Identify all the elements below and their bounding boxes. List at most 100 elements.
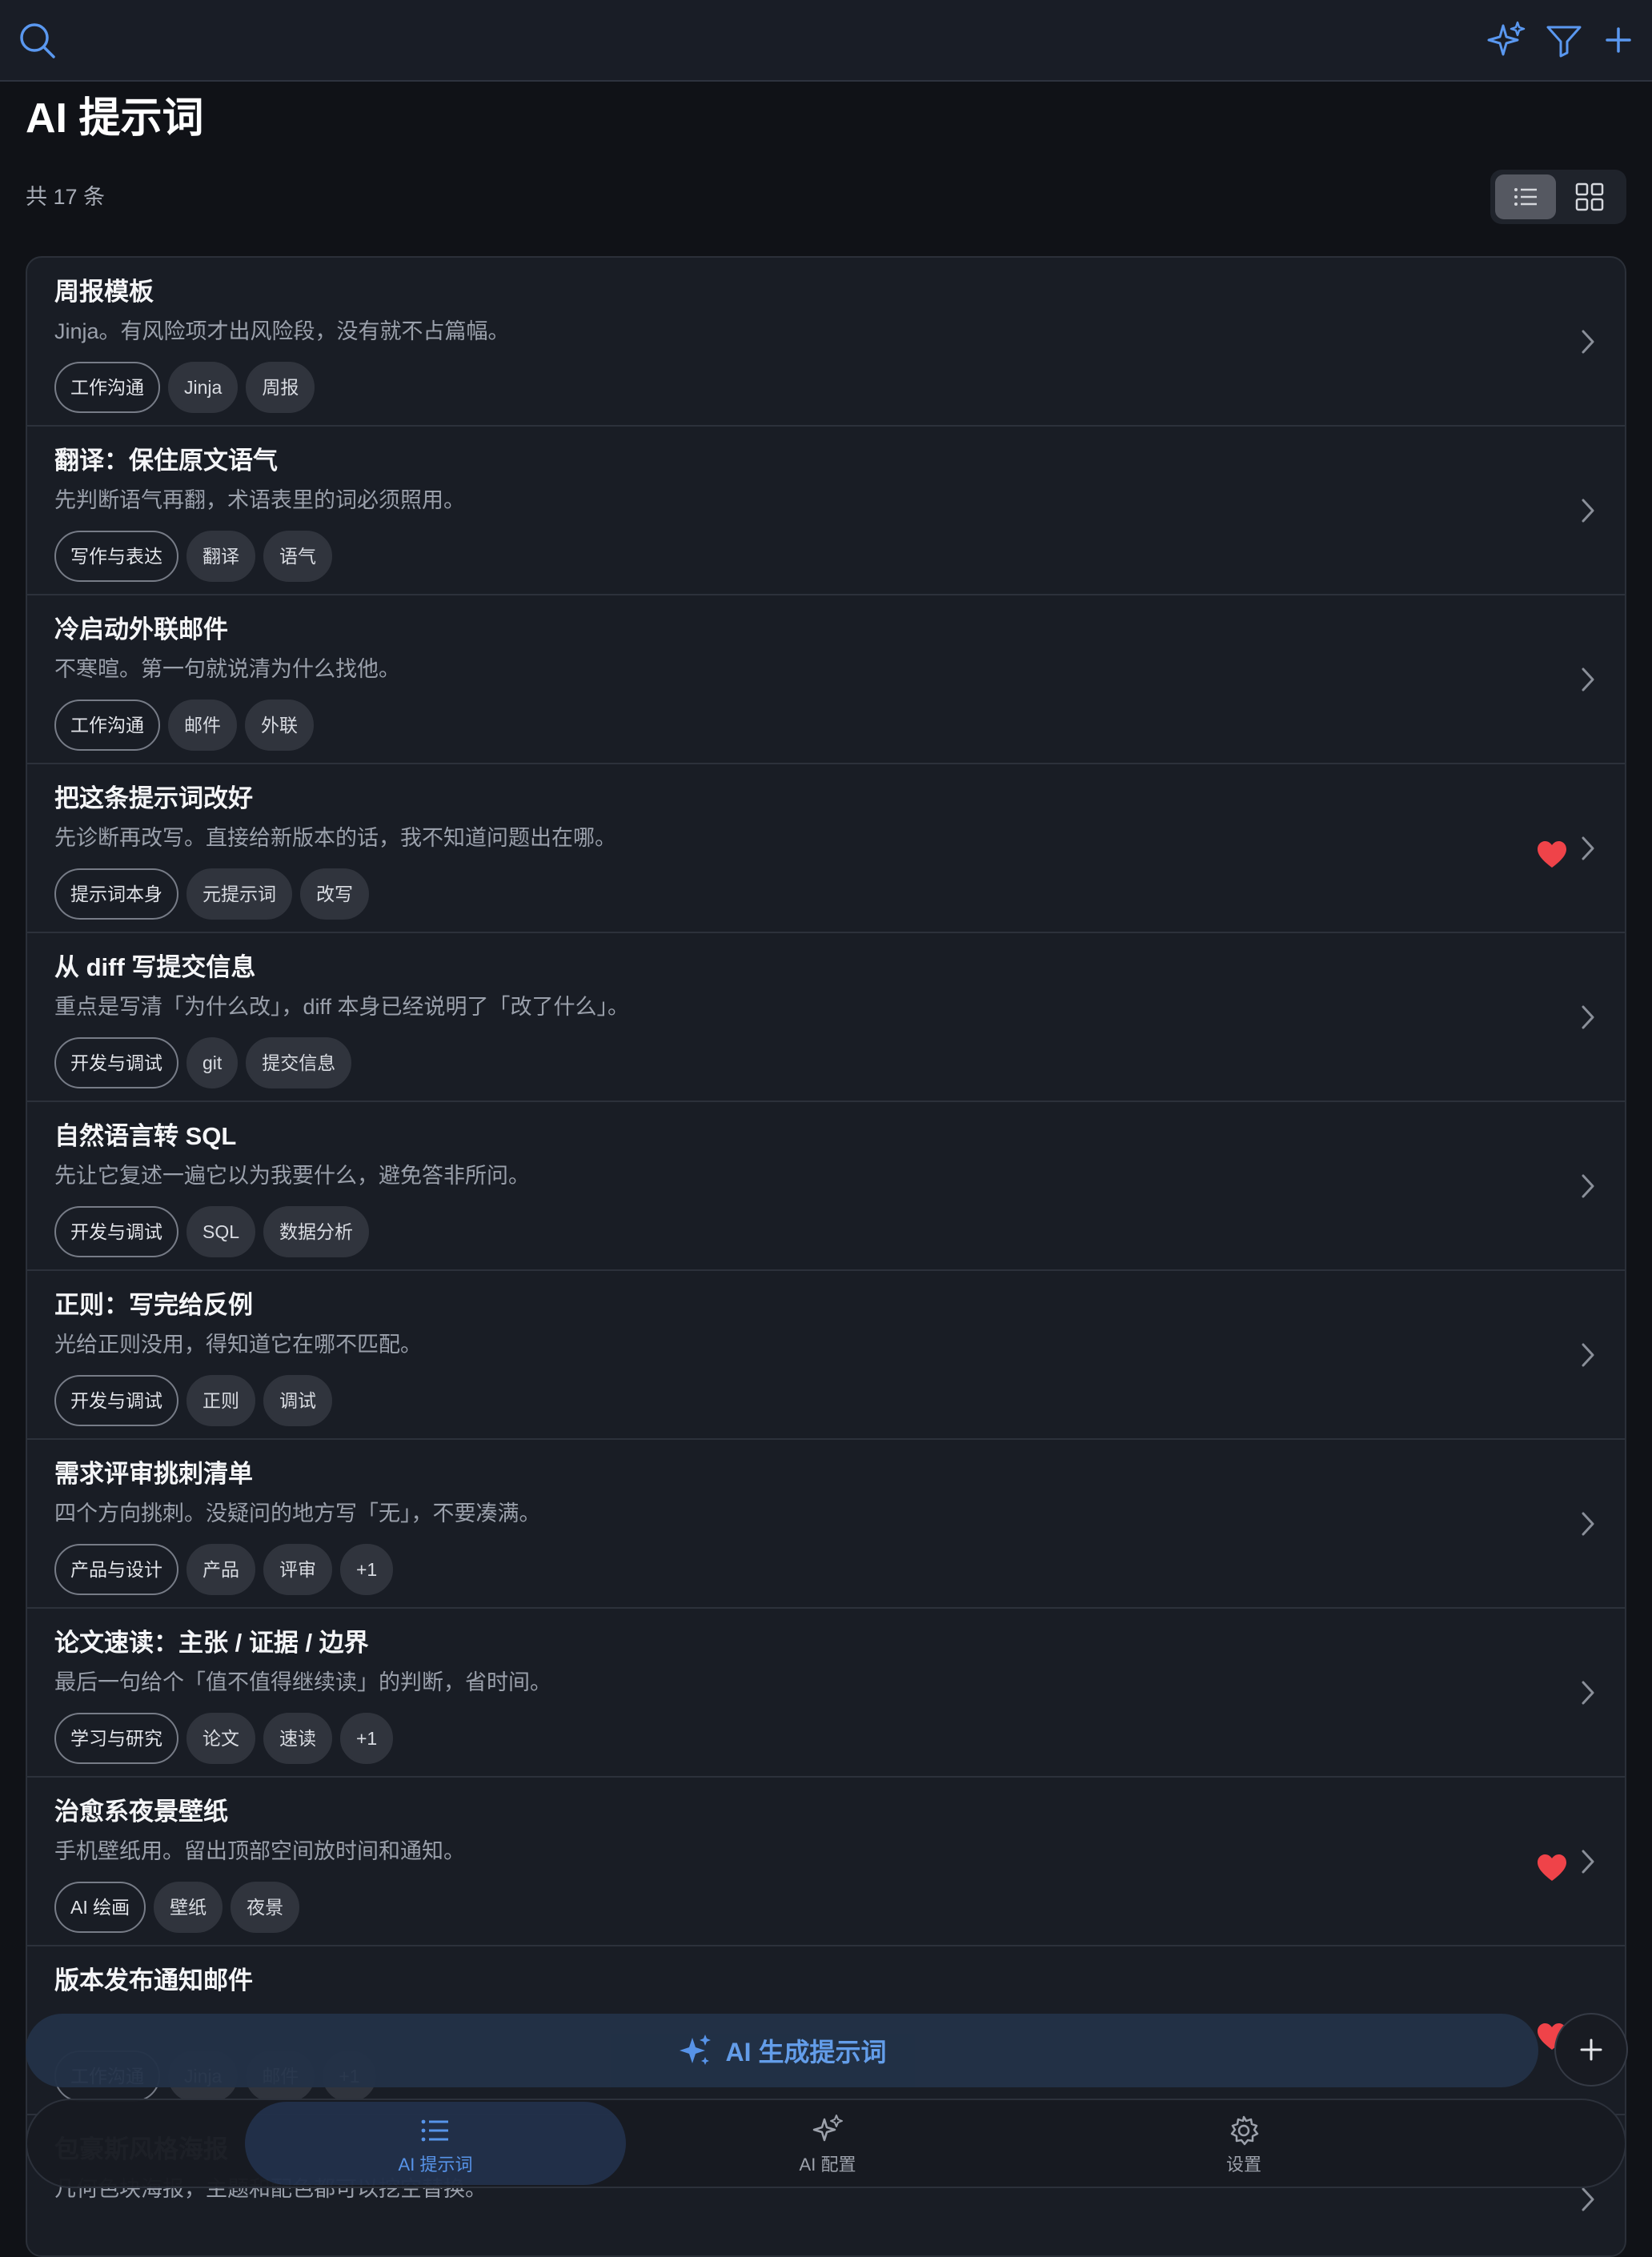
ai-generate-button[interactable]: AI 生成提示词 [26, 2014, 1538, 2087]
tag: 周报 [246, 362, 315, 413]
list-view-button[interactable] [1495, 174, 1556, 219]
prompt-title: 论文速读：主张 / 证据 / 边界 [54, 1629, 369, 1657]
tag: 速读 [263, 1713, 332, 1764]
prompt-title: 把这条提示词改好 [54, 784, 253, 812]
filter-icon[interactable] [1542, 18, 1586, 62]
tag-list: 工作沟通 Jinja 周报 [54, 362, 315, 413]
chevron-right-icon [1582, 1681, 1594, 1705]
sparkles-icon [812, 2115, 843, 2142]
prompt-description: 光给正则没用，得知道它在哪不匹配。 [54, 1333, 422, 1357]
prompt-item[interactable]: 自然语言转 SQL 先让它复述一遍它以为我要什么，避免答非所问。开发与调试 SQL 数… [27, 1102, 1625, 1271]
add-prompt-button[interactable] [1554, 2013, 1628, 2087]
tag: 语气 [263, 531, 332, 582]
favorite-heart-icon[interactable] [1536, 1854, 1568, 1882]
chevron-right-icon [1582, 667, 1594, 692]
prompt-description: 先判断语气再翻，术语表里的词必须照用。 [54, 488, 465, 512]
tab-ai-config[interactable]: AI 配置 [668, 2100, 988, 2187]
sparkles-icon[interactable] [1484, 18, 1529, 62]
tag: 夜景 [231, 1882, 300, 1933]
tag: 外联 [245, 700, 314, 751]
prompt-item[interactable]: 从 diff 写提交信息重点是写清「为什么改」，diff 本身已经说明了「改了什… [27, 933, 1625, 1102]
prompt-description: 先让它复述一遍它以为我要什么，避免答非所问。 [54, 1164, 530, 1188]
chevron-right-icon [1582, 1512, 1594, 1536]
prompt-description: Jinja。有风险项才出风险段，没有就不占篇幅。 [54, 319, 510, 343]
tag: SQL [186, 1206, 256, 1257]
category-tag: 开发与调试 [54, 1375, 178, 1426]
favorite-heart-icon[interactable] [1536, 840, 1568, 869]
tag: 邮件 [168, 700, 237, 751]
prompt-item[interactable]: 翻译：保住原文语气先判断语气再翻，术语表里的词必须照用。写作与表达 翻译 语气 [27, 427, 1625, 595]
list-view-icon [1514, 188, 1537, 206]
tab-label: 设置 [1225, 2155, 1261, 2175]
tab-label: AI 配置 [799, 2155, 856, 2175]
tag: 壁纸 [154, 1882, 223, 1933]
category-tag: 提示词本身 [54, 868, 178, 920]
bottom-tab-bar: AI 提示词 AI 配置 设置 [26, 2099, 1626, 2188]
item-count: 共 17 条 [26, 185, 106, 209]
sparkles-icon [679, 2035, 711, 2065]
tag: 产品 [186, 1544, 255, 1595]
chevron-right-icon [1582, 1343, 1594, 1367]
grid-view-icon [1575, 182, 1604, 211]
tab-label: AI 提示词 [398, 2155, 473, 2175]
search-icon[interactable] [14, 18, 59, 62]
tab-settings[interactable]: 设置 [1084, 2100, 1404, 2187]
tag: 调试 [263, 1375, 332, 1426]
grid-view-button[interactable] [1559, 174, 1620, 219]
category-tag: AI 绘画 [54, 1882, 146, 1933]
tag: Jinja [168, 362, 239, 413]
prompt-description: 四个方向挑刺。没疑问的地方写「无」，不要凑满。 [54, 1501, 541, 1525]
tag: git [186, 1037, 239, 1088]
prompt-title: 从 diff 写提交信息 [54, 953, 256, 981]
tab-ai-prompts[interactable]: AI 提示词 [245, 2100, 626, 2187]
prompt-title: 自然语言转 SQL [54, 1122, 237, 1150]
prompt-list: 周报模板 Jinja。有风险项才出风险段，没有就不占篇幅。 工作沟通 Jinja 周报翻… [26, 256, 1626, 2257]
tag-list: 开发与调试 SQL 数据分析 [54, 1206, 370, 1257]
more-tags-badge: +1 [340, 1544, 394, 1595]
view-toggle [1490, 170, 1626, 224]
prompt-description: 先诊断再改写。直接给新版本的话，我不知道问题出在哪。 [54, 826, 616, 850]
category-tag: 开发与调试 [54, 1206, 178, 1257]
chevron-right-icon [1582, 499, 1594, 523]
chevron-right-icon [1582, 1850, 1594, 1874]
prompt-item[interactable]: 需求评审挑刺清单四个方向挑刺。没疑问的地方写「无」，不要凑满。产品与设计 产品 评审… [27, 1440, 1625, 1609]
prompt-item[interactable]: 论文速读：主张 / 证据 / 边界最后一句给个「值不值得继续读」的判断，省时间。… [27, 1609, 1625, 1778]
category-tag: 开发与调试 [54, 1037, 178, 1088]
chevron-right-icon [1582, 1005, 1594, 1029]
prompt-item[interactable]: 治愈系夜景壁纸 手机壁纸用。留出顶部空间放时间和通知。 AI 绘画 壁纸 夜景 [27, 1778, 1625, 1946]
tag: 元提示词 [186, 868, 292, 920]
category-tag: 写作与表达 [54, 531, 178, 582]
prompt-title: 版本发布通知邮件 [54, 1966, 253, 1994]
prompt-title: 翻译：保住原文语气 [54, 447, 278, 475]
category-tag: 产品与设计 [54, 1544, 178, 1595]
tag: 提交信息 [246, 1037, 352, 1088]
tag-list: 产品与设计 产品 评审 +1 [54, 1544, 394, 1595]
category-tag: 学习与研究 [54, 1713, 178, 1764]
prompt-item[interactable]: 周报模板 Jinja。有风险项才出风险段，没有就不占篇幅。工作沟通 Jinja 周报 [27, 258, 1625, 427]
tag-list: 写作与表达 翻译 语气 [54, 531, 332, 582]
prompt-item[interactable]: 把这条提示词改好先诊断再改写。直接给新版本的话，我不知道问题出在哪。提示词本身元… [27, 764, 1625, 933]
tag: 改写 [300, 868, 369, 920]
chevron-right-icon [1582, 1174, 1594, 1198]
tag: 评审 [263, 1544, 332, 1595]
prompt-title: 正则：写完给反例 [54, 1291, 253, 1319]
tag: 正则 [186, 1375, 255, 1426]
tag-list: 开发与调试 正则 调试 [54, 1375, 332, 1426]
prompt-title: 治愈系夜景壁纸 [54, 1798, 228, 1826]
prompt-title: 冷启动外联邮件 [54, 615, 228, 643]
tag-list: 开发与调试 git 提交信息 [54, 1037, 352, 1088]
tag-list: 提示词本身 元提示词 改写 [54, 868, 369, 920]
prompt-description: 重点是写清「为什么改」，diff 本身已经说明了「改了什么」。 [54, 995, 630, 1019]
prompt-item[interactable]: 正则：写完给反例光给正则没用，得知道它在哪不匹配。开发与调试 正则 调试 [27, 1271, 1625, 1440]
prompt-title: 需求评审挑刺清单 [54, 1460, 253, 1488]
tag-list: 学习与研究 论文 速读 +1 [54, 1713, 394, 1764]
chevron-right-icon [1582, 330, 1594, 354]
plus-icon[interactable] [1596, 18, 1641, 62]
tag: 翻译 [186, 531, 255, 582]
prompt-description: 最后一句给个「值不值得继续读」的判断，省时间。 [54, 1670, 551, 1694]
prompt-title: 周报模板 [54, 278, 154, 306]
plus-icon [1580, 2039, 1602, 2061]
category-tag: 工作沟通 [54, 700, 160, 751]
prompt-item[interactable]: 冷启动外联邮件 不寒暄。第一句就说清为什么找他。 工作沟通 邮件 外联 [27, 595, 1625, 764]
list-icon [421, 2119, 448, 2142]
